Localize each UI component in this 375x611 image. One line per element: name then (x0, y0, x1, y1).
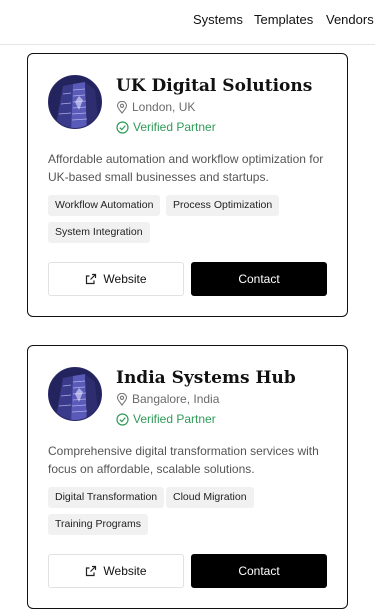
vendor-description: Comprehensive digital transformation ser… (48, 444, 319, 476)
vendor-card: UK Digital Solutions London, UK Verified… (27, 53, 348, 317)
nav-link-templates[interactable]: Templates (254, 12, 313, 27)
vendor-location: Bangalore, India (116, 392, 219, 406)
check-circle-icon (116, 412, 129, 426)
verified-badge: Verified Partner (116, 412, 216, 426)
website-button[interactable]: Website (48, 262, 184, 296)
map-pin-icon (116, 392, 128, 406)
external-link-icon (85, 273, 97, 285)
tag: Training Programs (48, 514, 148, 535)
vendor-name: India Systems Hub (116, 368, 296, 388)
website-button-label: Website (103, 272, 147, 286)
vendor-avatar (48, 75, 102, 129)
tag: Cloud Migration (166, 487, 254, 508)
external-link-icon (85, 565, 97, 577)
contact-button[interactable]: Contact (191, 554, 327, 588)
tag: Process Optimization (166, 195, 280, 216)
vendor-location-text: Bangalore, India (132, 392, 220, 406)
check-circle-icon (116, 120, 129, 134)
nav-link-systems[interactable]: Systems (193, 12, 243, 27)
vendor-name: UK Digital Solutions (116, 76, 313, 96)
website-button[interactable]: Website (48, 554, 184, 588)
tag: System Integration (48, 222, 150, 243)
verified-label: Verified Partner (133, 412, 216, 426)
vendor-description: Affordable automation and workflow optim… (48, 152, 324, 184)
verified-label: Verified Partner (133, 120, 216, 134)
vendor-card: India Systems Hub Bangalore, India Verif… (27, 345, 348, 609)
vendor-avatar (48, 367, 102, 421)
vendor-location: London, UK (116, 100, 195, 114)
tag: Workflow Automation (48, 195, 161, 216)
contact-button[interactable]: Contact (191, 262, 327, 296)
verified-badge: Verified Partner (116, 120, 216, 134)
vendor-location-text: London, UK (132, 100, 196, 114)
website-button-label: Website (103, 564, 147, 578)
nav-link-vendors[interactable]: Vendors (326, 12, 374, 27)
top-navigation: Systems Templates Vendors (0, 0, 375, 45)
map-pin-icon (116, 100, 128, 114)
tag: Digital Transformation (48, 487, 165, 508)
